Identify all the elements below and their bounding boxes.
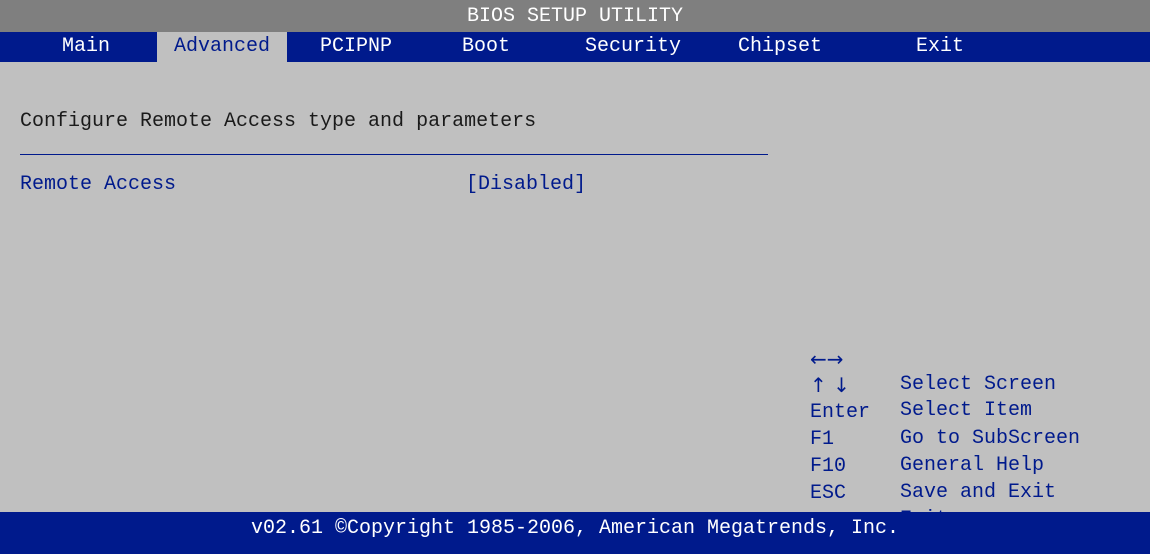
help-row-exit: ESC Exit [810, 455, 948, 531]
tab-chipset[interactable]: Chipset [717, 32, 843, 62]
tab-exit[interactable]: Exit [880, 32, 1000, 62]
help-desc: Go to SubScreen [900, 427, 1081, 450]
tab-main[interactable]: Main [27, 32, 145, 62]
footer-copyright: v02.61 ©Copyright 1985-2006, American Me… [0, 512, 1150, 554]
help-desc: Save and Exit [900, 481, 1057, 504]
tab-security[interactable]: Security [553, 32, 713, 62]
title-bar: BIOS SETUP UTILITY [0, 0, 1150, 32]
section-description: Configure Remote Access type and paramet… [20, 110, 537, 133]
remote-access-option-value[interactable]: [Disabled] [466, 173, 586, 196]
tab-advanced[interactable]: Advanced [157, 32, 287, 62]
menu-bar: Main Advanced PCIPNP Boot Security Chips… [0, 32, 1150, 62]
help-row-select-item: ↑ ↓ Select Item [810, 346, 1032, 422]
tab-boot[interactable]: Boot [427, 32, 545, 62]
help-key: ESC [810, 482, 847, 505]
window-title: BIOS SETUP UTILITY [466, 5, 684, 28]
section-divider [20, 154, 768, 155]
help-desc: General Help [900, 454, 1045, 477]
help-row-save-and-exit: F10 Save and Exit [810, 428, 1056, 504]
help-row-general-help: F1 General Help [810, 401, 1044, 477]
tab-pcipnp[interactable]: PCIPNP [297, 32, 415, 62]
help-row-select-screen: ←→ Select Screen [810, 320, 1056, 396]
help-desc: Select Screen [900, 373, 1057, 396]
help-row-go-to-subscreen: Enter Go to SubScreen [810, 374, 1080, 450]
help-desc: Select Item [900, 399, 1033, 422]
copyright-text: v02.61 ©Copyright 1985-2006, American Me… [250, 517, 900, 540]
remote-access-option-label[interactable]: Remote Access [20, 173, 176, 196]
bios-screen: BIOS SETUP UTILITY Main Advanced PCIPNP … [0, 0, 1150, 554]
